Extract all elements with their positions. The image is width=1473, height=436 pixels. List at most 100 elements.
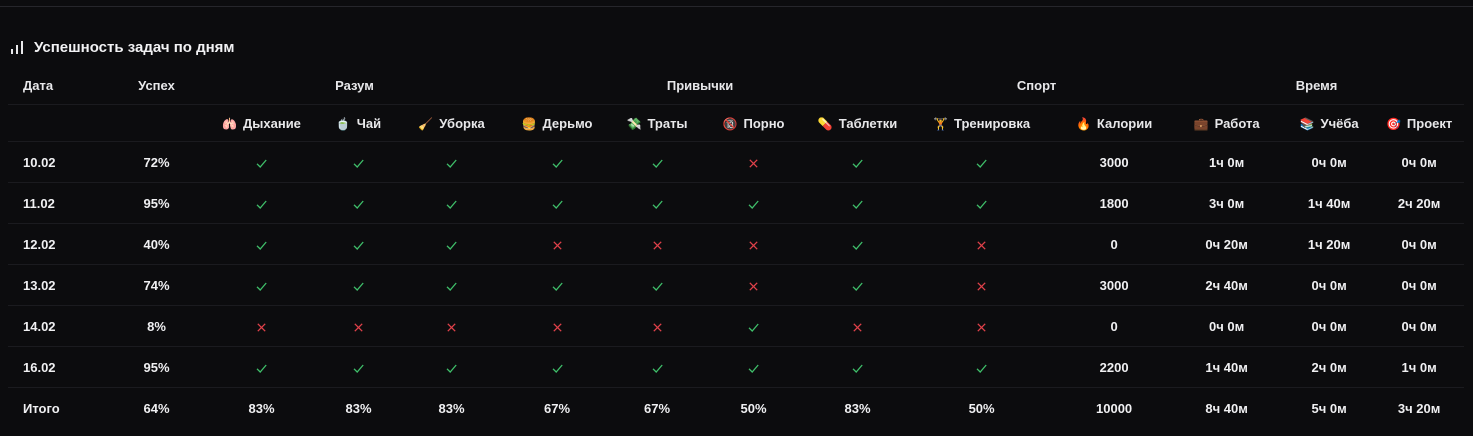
task-status-cell: [811, 223, 905, 265]
check-icon: [445, 359, 458, 374]
check-icon: [651, 359, 664, 374]
table-row: 11.02 95% 1800 3ч 0м 1ч 40м 2ч 20м: [8, 182, 1465, 224]
cross-icon: [352, 318, 365, 333]
cross-icon: [445, 318, 458, 333]
study-time-cell: 2ч 0м: [1284, 346, 1375, 388]
check-icon: [851, 359, 864, 374]
task-status-cell: [496, 264, 619, 306]
target-icon: 🎯: [1385, 116, 1401, 131]
check-icon: [352, 195, 365, 210]
task-status-cell: [310, 305, 407, 347]
check-icon: [352, 359, 365, 374]
calories-cell: 3000: [1059, 141, 1170, 183]
task-status-cell: [618, 141, 697, 183]
cross-icon: [651, 318, 664, 333]
task-status-cell: [407, 223, 497, 265]
total-calories: 10000: [1059, 387, 1170, 428]
check-icon: [651, 195, 664, 210]
date-cell: 13.02: [8, 264, 100, 306]
cross-icon: [747, 154, 760, 169]
task-status-cell: [496, 182, 619, 224]
task-status-cell: [496, 223, 619, 265]
money-icon: 💸: [626, 116, 642, 131]
cross-icon: [975, 318, 988, 333]
calories-cell: 1800: [1059, 182, 1170, 224]
column-header-8: 🏋 Тренировка: [904, 104, 1060, 142]
task-status-cell: [310, 264, 407, 306]
work-time-cell: 0ч 20м: [1169, 223, 1285, 265]
check-icon: [851, 277, 864, 292]
task-status-cell: [618, 182, 697, 224]
task-status-cell: [496, 346, 619, 388]
work-time-cell: 3ч 0м: [1169, 182, 1285, 224]
task-status-cell: [696, 264, 812, 306]
task-status-cell: [310, 141, 407, 183]
date-header: Дата: [8, 66, 100, 105]
task-status-cell: [904, 182, 1060, 224]
study-time-cell: 0ч 0м: [1284, 264, 1375, 306]
project-time-cell: 1ч 0м: [1374, 346, 1465, 388]
task-status-cell: [696, 346, 812, 388]
check-icon: [747, 318, 760, 333]
check-icon: [551, 195, 564, 210]
column-header-2: 🍵 Чай: [310, 104, 407, 142]
check-icon: [445, 154, 458, 169]
success-cell: 95%: [100, 182, 213, 224]
column-header-label: Дыхание: [243, 115, 301, 131]
check-icon: [352, 154, 365, 169]
task-status-cell: [407, 264, 497, 306]
task-status-cell: [618, 264, 697, 306]
table-row: 14.02 8% 0 0ч 0м 0ч 0м 0ч 0м: [8, 305, 1465, 347]
total-task-percent: 83%: [213, 387, 310, 428]
tea-icon: 🍵: [335, 116, 351, 131]
column-header-label: Чай: [356, 115, 382, 131]
work-time-cell: 0ч 0м: [1169, 305, 1285, 347]
total-project-time: 3ч 20м: [1374, 387, 1465, 428]
cross-icon: [975, 236, 988, 251]
task-status-cell: [696, 223, 812, 265]
task-status-cell: [904, 141, 1060, 183]
task-status-cell: [407, 141, 497, 183]
table-row: 16.02 95% 2200 1ч 40м 2ч 0м 1ч 0м: [8, 346, 1465, 388]
success-cell: 74%: [100, 264, 213, 306]
task-status-cell: [618, 305, 697, 347]
group-sport-header: Спорт: [904, 66, 1170, 105]
books-icon: 📚: [1299, 116, 1315, 131]
project-time-cell: 0ч 0м: [1374, 264, 1465, 306]
pill-icon: 💊: [817, 116, 833, 131]
task-status-cell: [213, 182, 310, 224]
column-header-3: 🧹 Уборка: [407, 104, 497, 142]
task-status-cell: [213, 223, 310, 265]
date-cell: 12.02: [8, 223, 100, 265]
work-time-cell: 1ч 40м: [1169, 346, 1285, 388]
task-status-cell: [811, 182, 905, 224]
column-header-label: Порно: [743, 115, 785, 131]
total-task-percent: 50%: [904, 387, 1060, 428]
column-header-10: 💼 Работа: [1169, 104, 1285, 142]
task-status-cell: [904, 305, 1060, 347]
column-header-11: 📚 Учёба: [1284, 104, 1375, 142]
total-row: Итого 64% 83% 83% 83% 67% 67% 50% 83% 50% 10000 8ч …: [8, 387, 1465, 428]
cross-icon: [551, 318, 564, 333]
task-status-cell: [811, 305, 905, 347]
total-task-percent: 83%: [811, 387, 905, 428]
column-header-label: Учёба: [1320, 115, 1359, 131]
cross-icon: [851, 318, 864, 333]
check-icon: [551, 359, 564, 374]
check-icon: [255, 154, 268, 169]
check-icon: [551, 277, 564, 292]
group-header-row: Дата Успех Разум Привычки Спорт Время: [8, 66, 1465, 105]
check-icon: [445, 236, 458, 251]
task-status-cell: [496, 141, 619, 183]
column-header-6: 🔞 Порно: [696, 104, 812, 142]
fire-icon: 🔥: [1075, 116, 1091, 131]
check-icon: [851, 195, 864, 210]
check-icon: [747, 195, 760, 210]
check-icon: [445, 277, 458, 292]
column-header-5: 💸 Траты: [618, 104, 697, 142]
check-icon: [352, 236, 365, 251]
bar-chart-icon: [11, 41, 23, 54]
total-label: Итого: [8, 387, 100, 428]
task-status-cell: [618, 223, 697, 265]
task-status-cell: [904, 346, 1060, 388]
